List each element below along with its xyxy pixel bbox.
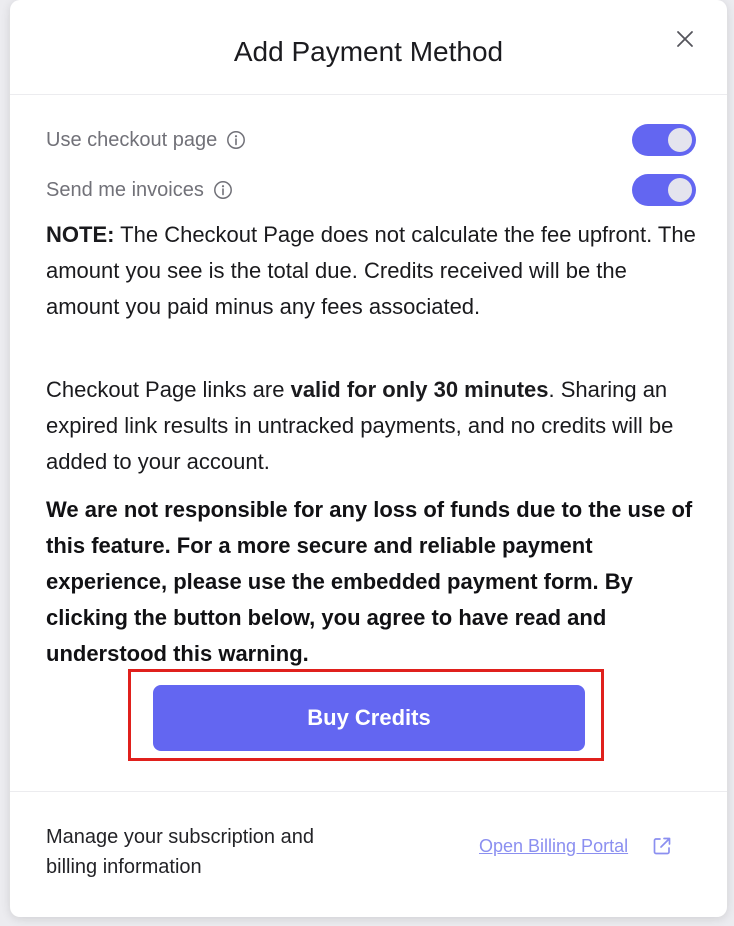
buy-credits-button[interactable]: Buy Credits: [153, 685, 585, 751]
add-payment-method-modal: Add Payment Method Use checkout page Sen…: [10, 0, 727, 917]
note-paragraph: NOTE: The Checkout Page does not calcula…: [46, 217, 696, 325]
link-validity-paragraph: Checkout Page links are valid for only 3…: [46, 372, 696, 480]
link-validity-bold: valid for only 30 minutes: [290, 377, 549, 402]
use-checkout-page-label: Use checkout page: [46, 129, 218, 151]
send-invoices-toggle[interactable]: [632, 174, 696, 206]
toggle-knob: [668, 128, 692, 152]
footer-description: Manage your subscription and billing inf…: [46, 826, 314, 878]
send-invoices-row: Send me invoices: [46, 173, 696, 207]
warning-paragraph: We are not responsible for any loss of f…: [46, 497, 693, 666]
toggle-knob: [668, 178, 692, 202]
modal-header: Add Payment Method: [10, 0, 727, 95]
close-button[interactable]: [670, 24, 700, 54]
note-text: The Checkout Page does not calculate the…: [46, 222, 696, 319]
use-checkout-page-row: Use checkout page: [46, 123, 696, 157]
close-icon: [677, 31, 693, 47]
info-icon[interactable]: [213, 180, 233, 200]
send-invoices-label: Send me invoices: [46, 179, 204, 201]
note-prefix: NOTE:: [46, 222, 115, 247]
use-checkout-page-toggle[interactable]: [632, 124, 696, 156]
external-link-icon[interactable]: [651, 835, 673, 857]
info-icon[interactable]: [226, 130, 246, 150]
modal-footer: Manage your subscription and billing inf…: [10, 791, 727, 917]
link-validity-text-1: Checkout Page links are: [46, 377, 291, 402]
modal-title: Add Payment Method: [233, 36, 504, 67]
open-billing-portal-link[interactable]: Open Billing Portal: [479, 834, 628, 858]
